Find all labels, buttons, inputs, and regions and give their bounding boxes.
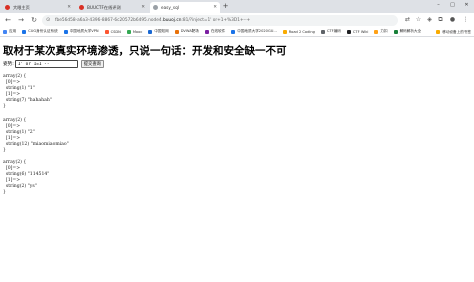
bookmark-favicon-icon	[346, 29, 351, 34]
bookmark-favicon-icon	[148, 29, 153, 34]
bookmark-item[interactable]: DVWA靶场	[174, 29, 199, 34]
bookmark-apps[interactable]: 应用	[3, 29, 16, 34]
reload-icon[interactable]: ↻	[29, 15, 39, 25]
back-icon[interactable]: ←	[3, 15, 13, 25]
bookmark-favicon-icon	[174, 29, 179, 34]
bookmark-mobile[interactable]: 移动设备上的书签	[436, 27, 471, 37]
tab-title: easy_sql	[161, 5, 179, 10]
url-prefix: fbe56d58-a6a3-4396-8867-6c20572b6495.nod…	[55, 17, 163, 23]
tab-title: BUUCTF在线评测	[87, 4, 121, 10]
bookmark-label: 移动设备上的书签	[442, 29, 471, 34]
result-block: array(2) { [0]=> string(1) "1" [1]=> str…	[3, 74, 52, 110]
bookmark-label: 中国地质大学VPN	[69, 29, 99, 33]
bookmark-label: CSDN	[110, 29, 121, 34]
browser-toolbar: ← → ↻ ⊙ fbe56d58-a6a3-4396-8867-6c20572b…	[0, 13, 474, 27]
bookmark-item[interactable]: 中国地质大学VPN	[63, 29, 99, 34]
page-title: 取材于某次真实环境渗透，只说一句话：开发和安全缺一不可	[3, 45, 287, 57]
new-tab-button[interactable]: +	[221, 2, 230, 11]
bookmark-favicon-icon	[393, 29, 398, 34]
bookmark-favicon-icon	[126, 29, 131, 34]
bookmark-label: CTF编码	[326, 29, 341, 33]
close-icon[interactable]: ✕	[213, 5, 217, 10]
page-content: 取材于某次真实环境渗透，只说一句话：开发和安全缺一不可 姿势: 提交查询 arr…	[0, 38, 474, 282]
bookmark-item[interactable]: CUG身份认证系统	[22, 29, 58, 34]
inject-input[interactable]	[14, 60, 78, 68]
bookmark-label: 解码解析大全	[399, 29, 422, 33]
tab-favicon-icon	[5, 5, 10, 10]
forward-icon[interactable]: →	[16, 15, 26, 25]
bookmark-favicon-icon	[282, 29, 287, 34]
window-close-icon[interactable]: ✕	[460, 0, 473, 11]
inject-label: 姿势:	[3, 62, 14, 67]
tab-home[interactable]: 大眼主页 ✕	[2, 2, 74, 13]
bookmark-favicon-icon	[204, 29, 209, 34]
bookmark-item[interactable]: CTF Wiki	[346, 29, 369, 34]
bookmark-label: 在线软件	[210, 29, 226, 33]
bookmark-item[interactable]: 中国知网	[148, 29, 169, 34]
bookmark-item[interactable]: 力扣	[374, 29, 388, 34]
result-block: array(2) { [0]=> string(6) "114514" [1]=…	[3, 160, 50, 196]
bookmark-label: Road 2 Coding	[288, 29, 315, 34]
bookmark-favicon-icon	[320, 29, 325, 34]
close-icon[interactable]: ✕	[141, 5, 145, 10]
tab-buuctf[interactable]: BUUCTF在线评测 ✕	[76, 2, 148, 13]
bookmark-label: Mooc	[132, 29, 143, 34]
tab-favicon-icon	[79, 5, 84, 10]
tab-strip: 大眼主页 ✕ BUUCTF在线评测 ✕ easy_sql ✕ + – □ ✕	[0, 0, 474, 13]
translate-icon[interactable]: ⇄	[403, 15, 412, 25]
minimize-icon[interactable]: –	[432, 0, 445, 11]
site-info-icon[interactable]: ⊙	[46, 17, 51, 23]
bookmark-item[interactable]: CTF编码	[320, 29, 341, 34]
bookmark-label: 应用	[9, 29, 17, 33]
apps-grid-icon	[3, 29, 7, 34]
profile-avatar-icon[interactable]: ●	[448, 15, 457, 25]
maximize-icon[interactable]: □	[446, 0, 459, 11]
extension-icon[interactable]: ◈	[425, 15, 434, 25]
bookmark-label: 力扣	[380, 29, 388, 33]
bookmarks-bar: 应用 CUG身份认证系统 中国地质大学VPN CSDN Mooc 中国知网 DV…	[0, 27, 474, 37]
result-block: array(2) { [0]=> string(1) "2" [1]=> str…	[3, 118, 69, 154]
address-bar[interactable]: ⊙ fbe56d58-a6a3-4396-8867-6c20572b6495.n…	[42, 14, 398, 26]
bookmark-item[interactable]: 中国地质大学2020GU...	[231, 29, 277, 34]
bookmark-label: CTF Wiki	[352, 29, 369, 34]
bookmark-favicon-icon	[63, 29, 68, 34]
bookmark-item[interactable]: 在线软件	[204, 29, 226, 34]
tab-favicon-icon	[153, 5, 158, 10]
bookmark-item[interactable]: CSDN	[104, 29, 121, 34]
bookmark-label: DVWA靶场	[180, 29, 199, 33]
tab-easy-sql[interactable]: easy_sql ✕	[150, 2, 220, 13]
folder-icon	[436, 30, 441, 34]
bookmark-star-icon[interactable]: ☆	[414, 15, 423, 25]
bookmark-item[interactable]: Road 2 Coding	[282, 29, 315, 34]
bookmark-label: 中国地质大学2020GU...	[237, 29, 277, 33]
bookmark-item[interactable]: 解码解析大全	[393, 29, 422, 34]
menu-icon[interactable]: ⋮	[461, 15, 470, 25]
close-icon[interactable]: ✕	[67, 5, 71, 10]
bookmark-favicon-icon	[374, 29, 379, 34]
bookmark-label: 中国知网	[154, 29, 169, 33]
bookmark-favicon-icon	[22, 29, 27, 34]
tab-title: 大眼主页	[13, 4, 30, 10]
extensions-puzzle-icon[interactable]: ⧉	[436, 15, 445, 25]
bookmark-item[interactable]: Mooc	[126, 29, 143, 34]
submit-button[interactable]: 提交查询	[80, 60, 104, 68]
url-host: buuoj.cn	[162, 17, 182, 23]
bookmark-label: CUG身份认证系统	[28, 29, 58, 33]
url-path: :81/?inject=1' or+1+%3D1+--+	[181, 17, 251, 23]
inject-form: 姿势: 提交查询	[3, 60, 104, 68]
bookmark-favicon-icon	[104, 29, 109, 34]
bookmark-favicon-icon	[231, 29, 236, 34]
